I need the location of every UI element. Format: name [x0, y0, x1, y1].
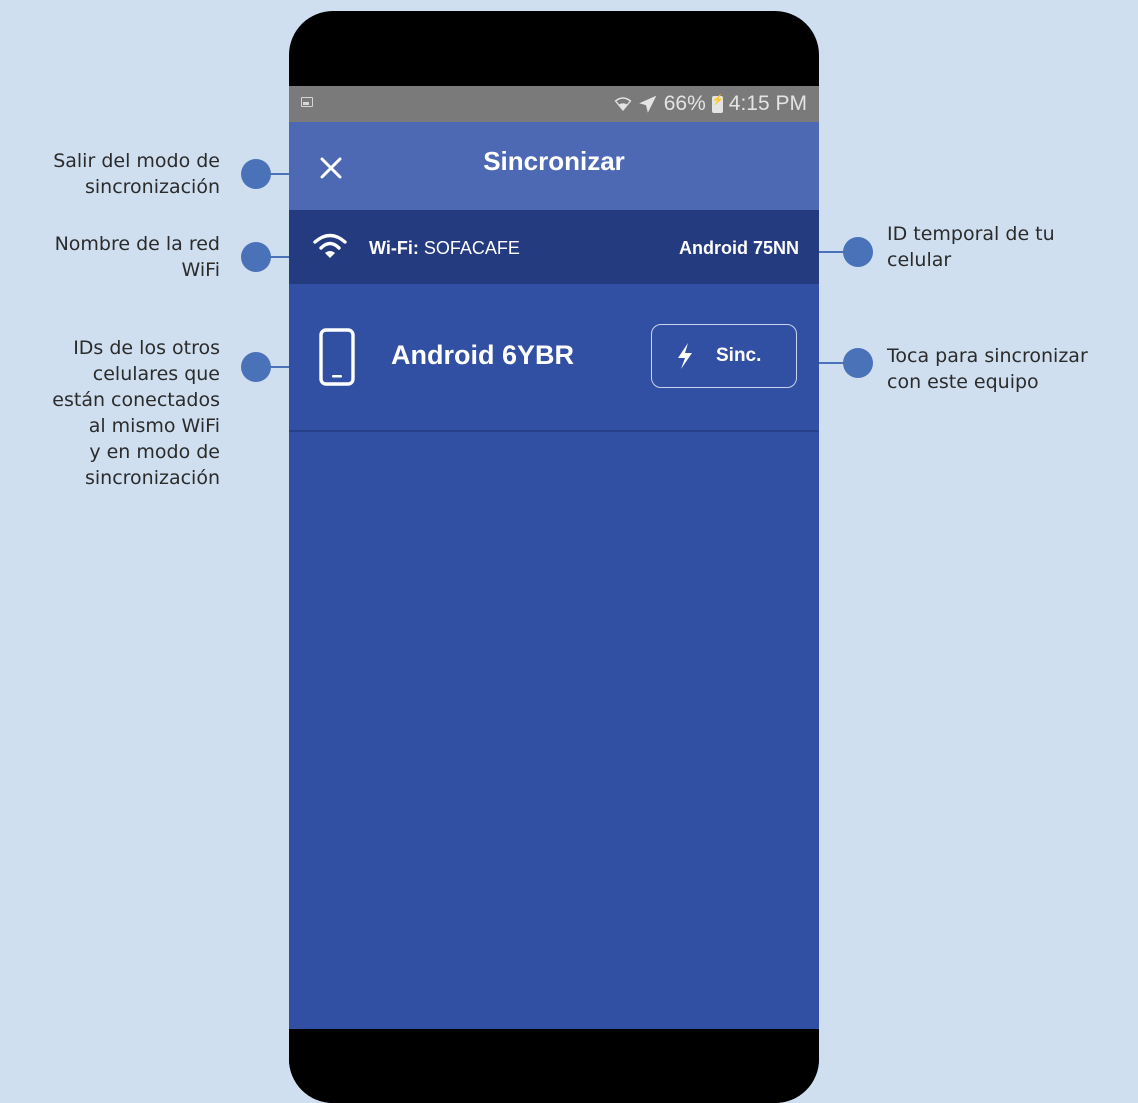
page-title: Sincronizar — [483, 146, 625, 176]
status-time: 4:15 PM — [728, 92, 807, 115]
wifi-network-text: Wi-Fi: SOFACAFE — [369, 238, 520, 259]
lightning-icon — [678, 343, 692, 369]
sync-button[interactable]: Sinc. — [651, 324, 797, 388]
airplane-mode-icon — [639, 95, 657, 113]
callout-temp-id: ID temporal de tu celular — [887, 223, 1055, 271]
list-item: Android 6YBR Sinc. — [289, 284, 819, 432]
status-bar: 66% 4:15 PM — [289, 86, 819, 122]
callout-other-ids: IDs de los otros celulares que están con… — [52, 337, 220, 489]
callout-line — [262, 256, 290, 258]
sync-button-label: Sinc. — [716, 345, 762, 366]
image-notification-icon — [301, 97, 313, 107]
battery-icon — [711, 95, 724, 113]
device-list: Android 6YBR Sinc. — [289, 284, 819, 1029]
wifi-info-bar: Wi-Fi: SOFACAFE Android 75NN — [289, 210, 819, 284]
wifi-network-name: SOFACAFE — [423, 238, 520, 258]
my-device-id: Android 75NN — [678, 238, 799, 258]
app-bar: Sincronizar — [289, 122, 819, 210]
callout-tap-to-sync: Toca para sincronizar con este equipo — [887, 345, 1088, 393]
device-name: Android 6YBR — [391, 340, 575, 370]
callout-dot — [843, 237, 873, 267]
phone-bottom-bezel — [289, 1029, 819, 1103]
wifi-label: Wi-Fi: — [369, 238, 419, 258]
phone-frame: 66% 4:15 PM Sincronizar Wi-Fi: SOFACAFE … — [289, 11, 819, 1103]
callout-line — [262, 366, 290, 368]
wifi-icon — [313, 233, 347, 258]
callout-line — [262, 173, 290, 175]
wifi-status-icon — [614, 97, 632, 112]
smartphone-icon — [319, 328, 355, 386]
status-icons: 66% 4:15 PM — [614, 92, 807, 116]
callout-dot — [843, 348, 873, 378]
callout-exit-sync: Salir del modo de sincronización — [53, 150, 220, 198]
battery-percent: 66% — [663, 92, 706, 115]
callout-wifi-name: Nombre de la red WiFi — [54, 233, 220, 281]
